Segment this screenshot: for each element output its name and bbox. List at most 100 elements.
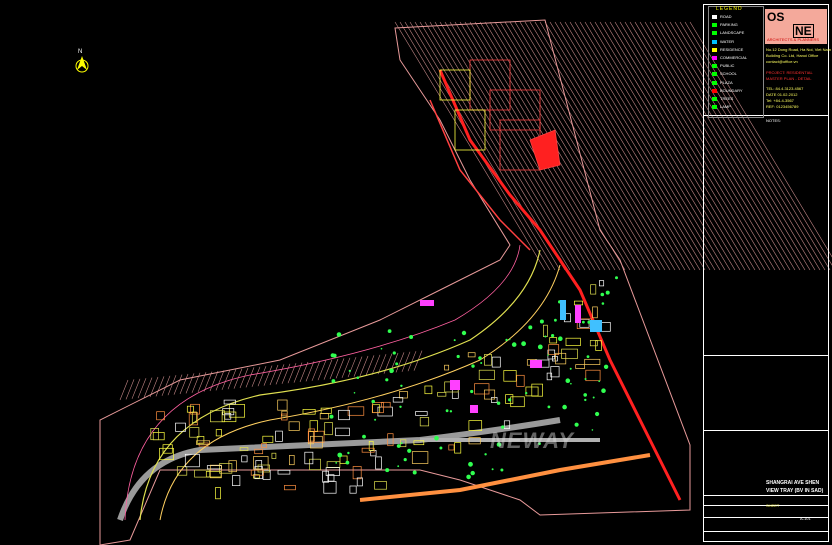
tree-mark (407, 448, 412, 453)
building-block (352, 466, 362, 480)
tree-mark (511, 342, 517, 347)
accent-marks (420, 300, 602, 413)
building-block (411, 451, 429, 464)
tree-mark (392, 351, 396, 355)
building-block (467, 352, 476, 358)
tree-mark (484, 453, 487, 456)
legend-item: RESIDENCE (712, 47, 758, 54)
legend-item: WATER (712, 39, 758, 46)
building-block (503, 370, 517, 382)
tree-mark (449, 410, 453, 413)
watermark-text: NEWAY (490, 428, 575, 453)
residential-arc (139, 249, 541, 521)
legend-swatch (712, 31, 717, 36)
tree-mark (345, 460, 350, 465)
building-block (377, 406, 393, 417)
cad-viewport[interactable]: N LEGEND ROAD PARKING LANDSCAPE WATER RESIDE… (0, 0, 832, 545)
tree-mark (601, 388, 606, 394)
tree-mark (356, 376, 360, 380)
legend-item: PLAZA (712, 80, 758, 87)
legend-item: TREES (712, 96, 758, 103)
tree-mark (505, 338, 508, 342)
tree-mark (387, 329, 392, 333)
tb-project-1: PROJECT: RESIDENTIAL (766, 70, 813, 75)
legend-label: BOUNDARY (720, 87, 743, 93)
logo-subtitle: ARCHITECTS & PLANNERS (767, 37, 820, 42)
building-block (184, 453, 200, 468)
tree-mark (586, 355, 590, 358)
building-block (277, 469, 291, 475)
building-block (444, 364, 450, 371)
tree-mark (547, 354, 549, 356)
tree-mark (403, 458, 407, 462)
building-block (399, 391, 408, 399)
building-block (585, 369, 601, 382)
tree-mark (582, 320, 585, 324)
tree-mark (592, 396, 595, 399)
building-block (516, 374, 525, 387)
building-block (215, 487, 221, 500)
tree-mark (329, 414, 334, 419)
tb-ref: REF: 0123456789 (766, 104, 799, 109)
tb-date: DATE 01.02.2012 (766, 92, 798, 97)
legend-label: WATER (720, 38, 734, 44)
legend-label: PLAZA (720, 79, 733, 85)
tb-sheet-label: SHEET (766, 503, 780, 508)
building-block (543, 324, 548, 337)
legend-label: RESIDENCE (720, 46, 744, 52)
building-block (347, 406, 365, 416)
tb-drawing-title-1: SHANGRAI AVE SHEN (766, 480, 820, 486)
north-label: N (78, 49, 83, 55)
tree-mark (371, 399, 376, 404)
tree-mark (558, 336, 563, 342)
building-block (323, 481, 337, 494)
tree-mark (574, 422, 579, 427)
building-block (374, 481, 387, 490)
building-block (308, 428, 315, 442)
legend-label: PUBLIC (720, 63, 735, 69)
legend-item: ROAD (712, 14, 758, 21)
tree-mark (528, 325, 533, 330)
building-block (326, 461, 341, 468)
building-block (288, 421, 300, 431)
legend-swatch (712, 80, 717, 85)
tb-phone: TEL: 84.4.3123.4567 (766, 86, 804, 91)
tree-mark (453, 339, 456, 342)
tree-mark (348, 369, 351, 372)
tb-company: Building Co. Ltd, Hanoi Office (766, 53, 819, 58)
building-blocks (150, 280, 611, 500)
legend-label: TREES (720, 96, 734, 101)
legend-label: COMMERCIAL (720, 55, 748, 60)
tree-mark (385, 378, 389, 382)
legend-swatch (712, 15, 717, 19)
tree-mark (470, 470, 475, 476)
tree-mark (397, 465, 400, 468)
tree-mark (362, 434, 366, 439)
building-block (309, 420, 318, 432)
tree-mark (335, 462, 338, 464)
building-block (281, 410, 288, 417)
tree-mark (525, 391, 528, 395)
building-block (590, 284, 597, 295)
building-block (575, 364, 585, 369)
tree-mark (554, 318, 557, 322)
tree-mark (336, 332, 342, 337)
tb-scale-note: Tel: +84-4-3567 (766, 98, 794, 103)
tree-mark (544, 335, 547, 338)
tree-mark (412, 470, 417, 475)
tb-project-2: MASTER PLAN - DETAIL (766, 76, 812, 81)
building-block (424, 385, 433, 395)
tree-mark (470, 389, 474, 394)
tree-mark (471, 364, 475, 368)
tree-mark (347, 451, 350, 455)
tree-mark (583, 393, 587, 397)
building-block (335, 427, 350, 437)
tree-mark (508, 398, 512, 402)
legend-item: SCHOOL (712, 71, 758, 78)
tree-mark (480, 362, 483, 364)
tree-mark (595, 411, 600, 417)
building-block (437, 392, 447, 397)
tree-mark (466, 474, 471, 480)
logo-ne: NE (793, 24, 814, 38)
building-block (375, 456, 382, 470)
